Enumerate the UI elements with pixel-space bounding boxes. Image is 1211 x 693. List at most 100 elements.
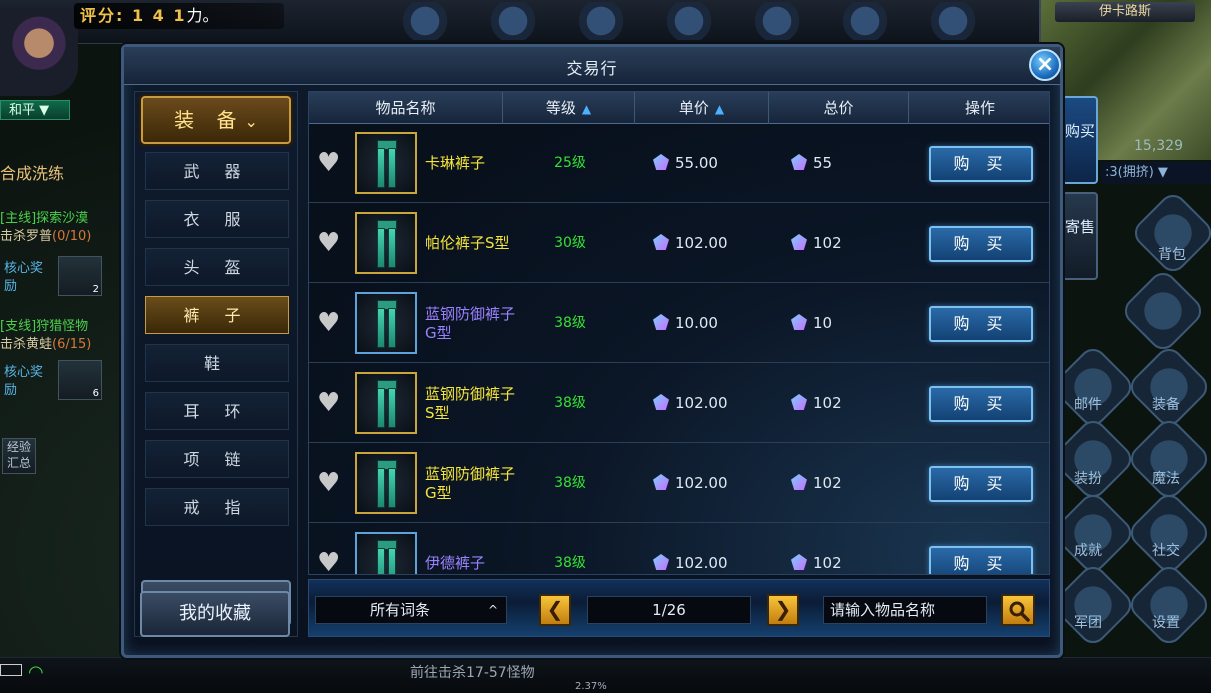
diamond-gem-icon bbox=[791, 554, 807, 570]
heart-favorite-icon[interactable]: ♥ bbox=[317, 470, 345, 496]
score-label: 评分: 1 4 1 bbox=[80, 6, 187, 25]
window-title-bar[interactable]: 交易行 bbox=[124, 47, 1060, 85]
quest-main-title[interactable]: [主线]探索沙漠 bbox=[0, 210, 88, 228]
item-icon-slot[interactable] bbox=[355, 292, 417, 354]
search-button[interactable] bbox=[1001, 594, 1035, 626]
exp-summary-button[interactable]: 经验汇总 bbox=[2, 438, 36, 474]
category-weapon[interactable]: 武 器 bbox=[145, 152, 289, 190]
quest-main-progress: (0/10) bbox=[52, 229, 92, 244]
goto-hint[interactable]: 前往击杀17-57怪物 bbox=[410, 662, 535, 682]
diamond-gem-icon bbox=[653, 554, 669, 570]
item-icon-slot[interactable] bbox=[355, 132, 417, 194]
reward-count: 6 bbox=[92, 388, 99, 399]
menu-label-mail: 邮件 bbox=[1074, 397, 1102, 413]
next-page-button[interactable]: ❯ bbox=[767, 594, 799, 626]
unit-price-value: 55.00 bbox=[675, 154, 718, 172]
buy-button[interactable]: 购 买 bbox=[929, 306, 1033, 342]
score-display: 评分: 1 4 1力。 bbox=[74, 3, 284, 29]
heart-favorite-icon[interactable]: ♥ bbox=[317, 230, 345, 256]
synth-refine-label[interactable]: 合成洗练 bbox=[0, 160, 64, 184]
item-list: 物品名称 等级 ▲ 单价 ▲ 总价 操作 ♥ 卡琳裤子 25级 55.00 55 购… bbox=[308, 91, 1050, 575]
table-row: ♥ 蓝钢防御裤子S型 38级 102.00 102 购 买 bbox=[309, 364, 1049, 443]
menu-label-equip: 装备 bbox=[1152, 397, 1180, 413]
hud-icon[interactable] bbox=[576, 2, 626, 40]
sort-up-icon: ▲ bbox=[581, 102, 592, 116]
table-row: ♥ 卡琳裤子 25级 55.00 55 购 买 bbox=[309, 124, 1049, 203]
diamond-gem-icon bbox=[653, 154, 669, 170]
reward-item-slot[interactable]: 6 bbox=[58, 360, 102, 400]
item-unit-price: 102.00 bbox=[653, 444, 783, 523]
col-total-price: 总价 bbox=[769, 92, 909, 124]
item-level: 38级 bbox=[554, 395, 586, 411]
category-equipment-header[interactable]: 装 备⌄ bbox=[141, 96, 291, 144]
equip-icon[interactable] bbox=[1125, 343, 1211, 431]
item-name: 蓝钢防御裤子G型 bbox=[425, 464, 516, 502]
item-level: 38级 bbox=[554, 315, 586, 331]
close-icon[interactable]: × bbox=[1029, 49, 1061, 81]
item-unit-price: 102.00 bbox=[653, 204, 783, 283]
category-helmet[interactable]: 头 盔 bbox=[145, 248, 289, 286]
side-tab-buy[interactable]: 购买 bbox=[1062, 96, 1098, 184]
battery-icon bbox=[0, 664, 22, 676]
player-avatar[interactable] bbox=[0, 8, 78, 96]
category-earring[interactable]: 耳 环 bbox=[145, 392, 289, 430]
hud-icon[interactable] bbox=[840, 2, 890, 40]
diamond-gem-icon bbox=[791, 234, 807, 250]
buy-button[interactable]: 购 买 bbox=[929, 146, 1033, 182]
category-necklace[interactable]: 项 链 bbox=[145, 440, 289, 478]
item-icon-slot[interactable] bbox=[355, 452, 417, 514]
sort-up-icon: ▲ bbox=[714, 102, 725, 116]
category-shoes[interactable]: 鞋 bbox=[145, 344, 289, 382]
pants-icon bbox=[377, 460, 397, 508]
map-line-info[interactable]: :3(拥挤) ▼ bbox=[1101, 162, 1211, 184]
hud-icon[interactable] bbox=[400, 2, 450, 40]
item-icon-slot[interactable] bbox=[355, 372, 417, 434]
hud-icon[interactable] bbox=[664, 2, 714, 40]
col-level[interactable]: 等级 ▲ bbox=[503, 92, 635, 124]
my-favorites-button[interactable]: 我的收藏 bbox=[140, 591, 290, 637]
search-icon bbox=[1009, 601, 1030, 622]
core-reward-label: 核心奖励 bbox=[4, 261, 44, 294]
peace-mode-toggle[interactable]: 和平 ▼ bbox=[0, 100, 70, 120]
reward-item-slot[interactable]: 2 bbox=[58, 256, 102, 296]
prev-page-button[interactable]: ❮ bbox=[539, 594, 571, 626]
quest-side-title[interactable]: [支线]狩猎怪物 bbox=[0, 318, 88, 336]
category-pants[interactable]: 裤 子 bbox=[145, 296, 289, 334]
quest-main-desc: 击杀罗普(0/10) bbox=[0, 228, 91, 246]
settings-icon[interactable] bbox=[1125, 561, 1211, 649]
map-name: 伊卡路斯 bbox=[1055, 2, 1195, 22]
menu-label-bag: 背包 bbox=[1158, 247, 1186, 263]
heart-favorite-icon[interactable]: ♥ bbox=[317, 150, 345, 176]
buy-button[interactable]: 购 买 bbox=[929, 386, 1033, 422]
social-icon[interactable] bbox=[1125, 489, 1211, 577]
col-action: 操作 bbox=[964, 99, 995, 117]
buy-button[interactable]: 购 买 bbox=[929, 546, 1033, 574]
heart-favorite-icon[interactable]: ♥ bbox=[317, 390, 345, 416]
item-total-price: 102 bbox=[791, 204, 901, 283]
heart-favorite-icon[interactable]: ♥ bbox=[317, 310, 345, 336]
map-coords: 15,329 bbox=[1134, 138, 1183, 154]
affix-filter-select[interactable]: 所有词条 ^ bbox=[315, 596, 507, 624]
table-row: ♥ 蓝钢防御裤子G型 38级 102.00 102 购 买 bbox=[309, 444, 1049, 523]
item-icon-slot[interactable] bbox=[355, 532, 417, 574]
item-total-price: 102 bbox=[791, 524, 901, 574]
buy-button[interactable]: 购 买 bbox=[929, 466, 1033, 502]
hud-icon[interactable] bbox=[928, 2, 978, 40]
quest-side-target: 击杀黄蛙 bbox=[0, 337, 53, 352]
buy-button[interactable]: 购 买 bbox=[929, 226, 1033, 262]
top-skill-icons bbox=[400, 2, 1020, 42]
diamond-gem-icon bbox=[653, 314, 669, 330]
item-search-input[interactable] bbox=[823, 596, 987, 624]
menu-label-wardrobe: 装扮 bbox=[1074, 471, 1102, 487]
magic-icon[interactable] bbox=[1125, 415, 1211, 503]
pants-icon bbox=[377, 220, 397, 268]
unit-price-value: 102.00 bbox=[675, 394, 728, 412]
col-unit-price[interactable]: 单价 ▲ bbox=[635, 92, 769, 124]
gamepad-icon[interactable] bbox=[1119, 267, 1207, 355]
category-ring[interactable]: 戒 指 bbox=[145, 488, 289, 526]
category-clothes[interactable]: 衣 服 bbox=[145, 200, 289, 238]
hud-icon[interactable] bbox=[488, 2, 538, 40]
item-icon-slot[interactable] bbox=[355, 212, 417, 274]
hud-icon[interactable] bbox=[752, 2, 802, 40]
heart-favorite-icon[interactable]: ♥ bbox=[317, 550, 345, 574]
